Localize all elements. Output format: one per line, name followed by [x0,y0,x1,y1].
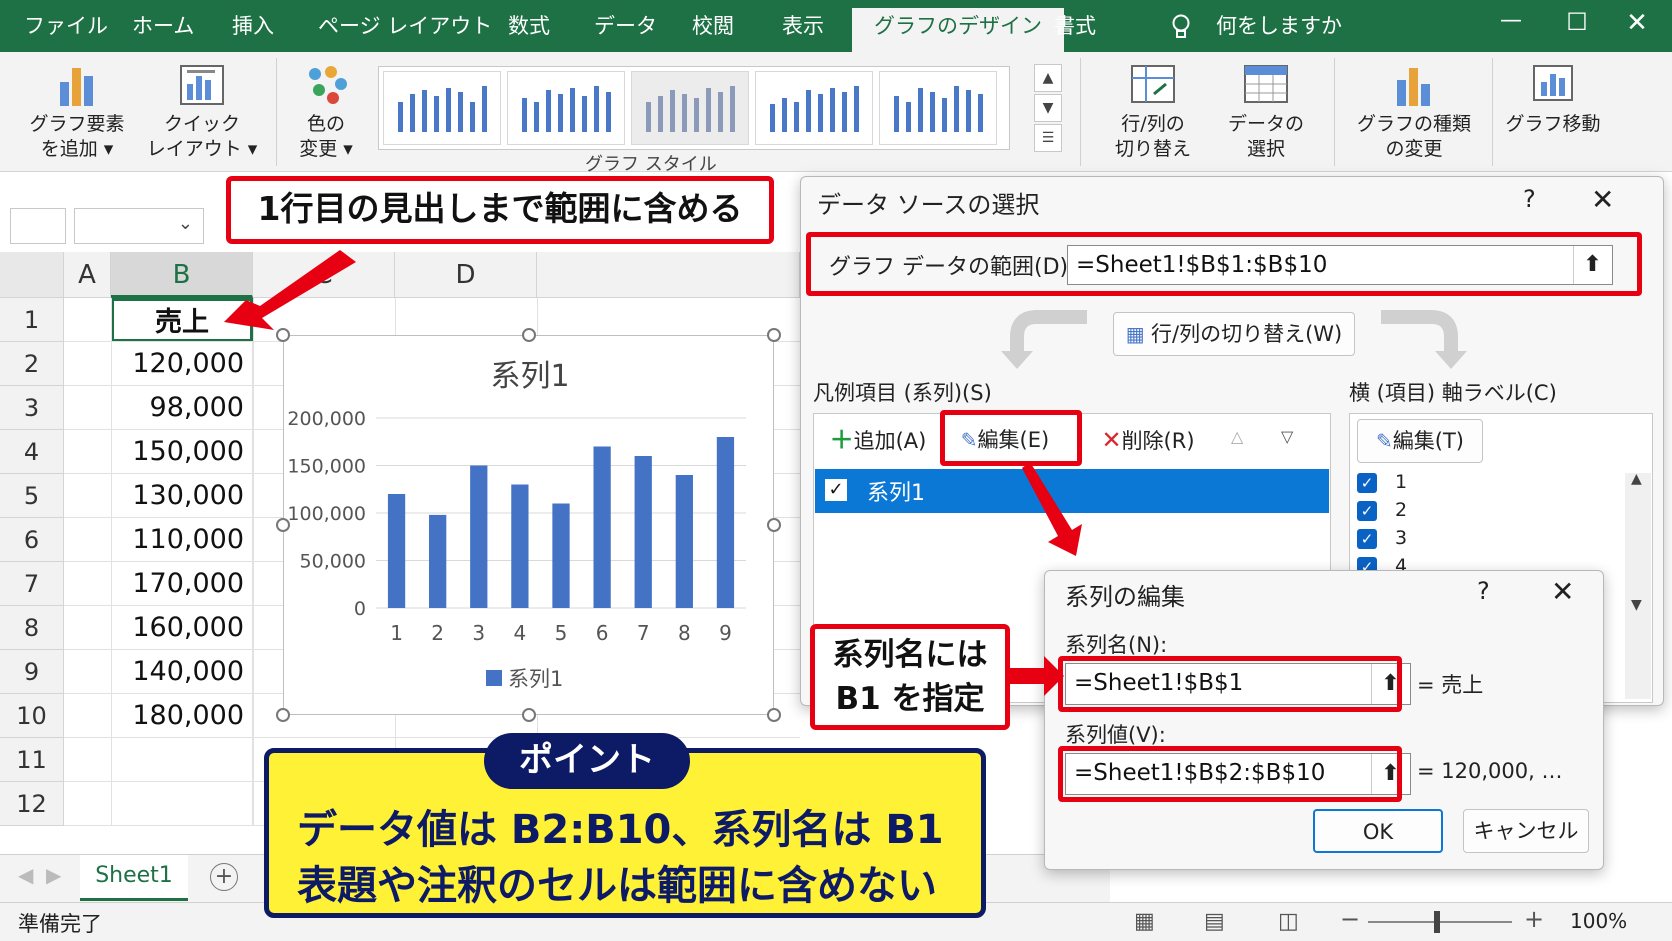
series-name-callout: 系列名には B1 を指定 [810,624,1010,730]
arrow-to-series-dialog [1022,462,1082,556]
point-line-2: 表題や注釈のセルは範囲に含めない [297,863,937,909]
point-badge: ポイント [484,733,690,789]
range-callout: 1行目の見出しまで範囲に含める [226,176,774,244]
arrow-to-b1 [224,250,356,330]
callout-line-2: B1 を指定 [835,681,985,717]
point-line-1: データ値は B2:B10、系列名は B1 [297,807,944,853]
callout-line-1: 系列名には [832,637,988,673]
arrow-to-name-field [1010,656,1064,696]
